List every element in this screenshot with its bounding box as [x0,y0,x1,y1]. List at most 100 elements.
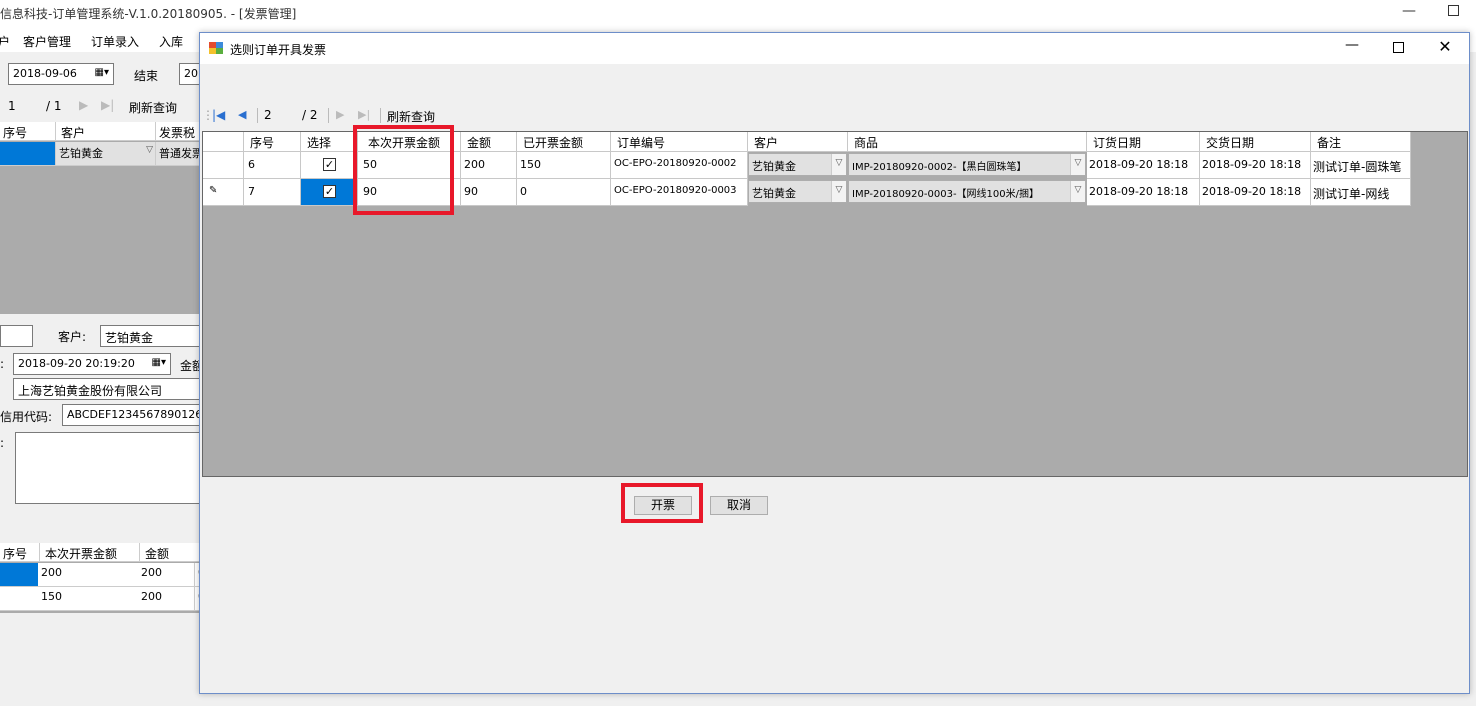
menu-item-order-entry[interactable]: 订单录入 [91,33,139,50]
next-page-icon[interactable]: ▶ [79,98,88,112]
first-page-icon[interactable]: |◀ [212,108,225,122]
partial-field[interactable] [0,325,33,347]
dialog-title: 选则订单开具发票 [230,43,327,57]
cell-delivery-date[interactable]: 2018-09-20 18:18 [1200,179,1311,206]
customer-combo[interactable]: 艺铂黄金 ▽ [748,153,847,176]
toolbar-separator [257,108,258,123]
grid-cell[interactable]: 200 [138,563,195,587]
grid-cell[interactable]: 200 [138,587,195,611]
cell-order-date[interactable]: 2018-09-20 18:18 [1087,152,1200,179]
column-header-seq[interactable]: 序号 [244,132,301,152]
highlight-box-amount-column [353,125,454,215]
product-combo[interactable]: IMP-20180920-0003-【网线100米/捆】 ▽ [848,180,1086,203]
cell-order-date[interactable]: 2018-09-20 18:18 [1087,179,1200,206]
customer-label: 客户: [58,330,87,344]
menu-item-customer[interactable]: 客户管理 [23,33,71,50]
pencil-icon: ✎ [209,185,218,196]
row-header-cell[interactable] [0,587,40,611]
minimize-icon[interactable]: — [1337,37,1367,59]
chevron-down-icon[interactable]: ▽ [831,154,846,175]
column-header-remark[interactable]: 备注 [1311,132,1411,152]
pager-page[interactable]: 1 [8,99,16,113]
page-total: / 2 [302,108,318,122]
toolbar-separator [380,108,381,123]
app-icon [209,42,223,54]
dialog-titlebar: 选则订单开具发票 — ✕ [200,33,1469,64]
column-header-order-no[interactable]: 订单编号 [611,132,748,152]
column-header-delivery-date[interactable]: 交货日期 [1200,132,1311,152]
last-page-icon[interactable]: ▶| [358,108,370,121]
column-header[interactable]: 序号 [0,122,56,141]
maximize-icon[interactable] [1448,5,1459,16]
product-combo[interactable]: IMP-20180920-0002-【黑白圆珠笔】 ▽ [848,153,1086,176]
cancel-button[interactable]: 取消 [710,496,768,515]
chevron-down-icon[interactable]: ▽ [1070,154,1085,175]
end-date-picker[interactable]: 2018 [179,63,201,85]
calendar-icon: ▦▾ [151,357,166,368]
cell-order-no[interactable]: OC-EPO-20180920-0002 [611,152,748,179]
row-header[interactable] [203,152,244,179]
customer-combo[interactable]: 艺铂黄金 ▽ [748,180,847,203]
invoice-type-combo[interactable]: 普通发票 [156,142,200,166]
colon-label: : [0,357,5,371]
column-header-select[interactable]: 选择 [301,132,358,152]
cell-amount[interactable]: 90 [461,179,517,206]
select-checkbox[interactable]: ✓ [323,185,336,198]
calendar-icon: ▦▾ [94,67,109,78]
selected-row-cell[interactable] [0,563,40,587]
main-window-titlebar: 信息科技-订单管理系统-V.1.0.20180905. - [发票管理] — [0,0,1476,28]
cell-invoiced[interactable]: 150 [517,152,611,179]
pager-total: / 1 [46,99,62,113]
column-header[interactable]: 金额 [140,543,200,562]
chevron-down-icon: ▽ [146,145,153,155]
last-page-icon[interactable]: ▶| [101,98,114,112]
start-date-picker[interactable]: 2018-09-06 ▦▾ [8,63,114,85]
cell-seq[interactable]: 6 [244,152,301,179]
cell-remark[interactable]: 测试订单-网线 [1311,179,1411,206]
column-header-amount[interactable]: 金额 [461,132,517,152]
refresh-button[interactable]: 刷新查询 [129,99,177,116]
column-header-invoiced[interactable]: 已开票金额 [517,132,611,152]
chevron-down-icon[interactable]: ▽ [831,181,846,202]
customer-combo[interactable]: 艺铂黄金 ▽ [56,142,156,166]
minimize-icon[interactable]: — [1402,3,1416,19]
column-header[interactable]: 发票税 [156,122,200,141]
remark-textarea[interactable] [15,432,200,504]
selected-row-cell[interactable] [0,142,56,166]
menu-item-inbound[interactable]: 入库 [159,33,183,50]
maximize-button[interactable] [1383,37,1413,59]
credit-code-field[interactable]: ABCDEF1234567890126 [62,404,200,426]
row-header[interactable]: ✎ [203,179,244,206]
cell-select[interactable]: ✓ [301,152,358,179]
menu-item[interactable]: 户 [0,33,10,50]
cell-seq[interactable]: 7 [244,179,301,206]
column-header-product[interactable]: 商品 [848,132,1087,152]
refresh-query-button[interactable]: 刷新查询 [387,108,435,125]
close-icon[interactable]: ✕ [1430,37,1460,59]
column-header-order-date[interactable]: 订货日期 [1087,132,1200,152]
customer-field[interactable]: 艺铂黄金 [100,325,200,347]
cell-delivery-date[interactable]: 2018-09-20 18:18 [1200,152,1311,179]
column-header-customer[interactable]: 客户 [748,132,848,152]
main-window-title: 信息科技-订单管理系统-V.1.0.20180905. - [发票管理] [0,7,297,21]
column-header[interactable]: 客户 [56,122,156,141]
cell-order-no[interactable]: OC-EPO-20180920-0003 [611,179,748,206]
grid-cell[interactable]: 150 [38,587,140,611]
chevron-down-icon[interactable]: ▽ [1070,181,1085,202]
next-page-icon[interactable]: ▶ [336,108,344,121]
page-number-input[interactable]: 2 [264,108,272,122]
cell-invoiced[interactable]: 0 [517,179,611,206]
grid-cell[interactable]: 200 [38,563,140,587]
cell-remark[interactable]: 测试订单-圆珠笔 [1311,152,1411,179]
company-field[interactable]: 上海艺铂黄金股份有限公司 [13,378,200,400]
credit-label: 信用代码: [0,410,53,424]
select-order-dialog: 选则订单开具发票 — ✕ ⋮ |◀ ◀ 2 / 2 ▶ ▶| 刷新查询 序号 选… [199,32,1470,694]
column-header[interactable]: 序号 [0,543,40,562]
cell-select-selected[interactable]: ✓ [301,179,358,206]
select-checkbox[interactable]: ✓ [323,158,336,171]
column-header[interactable]: 本次开票金额 [40,543,140,562]
cell-amount[interactable]: 200 [461,152,517,179]
invoice-date-picker[interactable]: 2018-09-20 20:19:20 ▦▾ [13,353,171,375]
previous-page-icon[interactable]: ◀ [238,108,246,121]
issue-invoice-button[interactable]: 开票 [634,496,692,515]
